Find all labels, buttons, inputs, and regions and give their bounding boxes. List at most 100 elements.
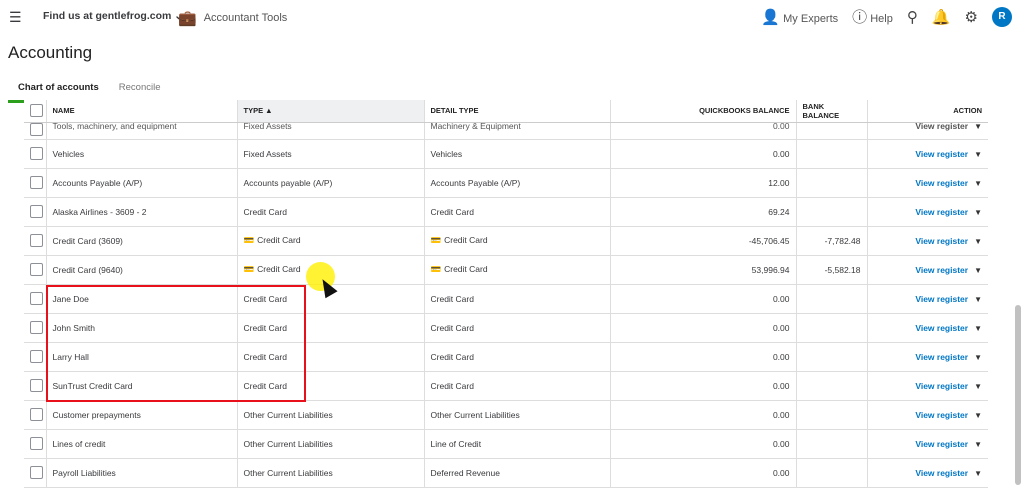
action-dropdown-icon[interactable]: ▼ (974, 122, 982, 131)
column-type[interactable]: TYPE ▲ (237, 100, 425, 123)
row-checkbox[interactable] (30, 122, 43, 136)
quickbooks-balance: 0.00 (610, 400, 797, 430)
my-experts-button[interactable]: 👤 My Experts (761, 8, 838, 26)
account-name: Lines of credit (46, 429, 238, 459)
menu-toggle-icon[interactable]: ☰ (9, 9, 22, 26)
quickbooks-balance: 53,996.94 (610, 255, 797, 285)
row-checkbox-cell (24, 122, 47, 140)
highlight-box (46, 285, 306, 402)
action-dropdown-icon[interactable]: ▼ (974, 179, 982, 188)
action-dropdown-icon[interactable]: ▼ (974, 411, 982, 420)
row-checkbox-cell (24, 342, 47, 372)
action-dropdown-icon[interactable]: ▼ (974, 295, 982, 304)
bank-balance: -5,582.18 (796, 255, 868, 285)
column-quickbooks-balance[interactable]: QUICKBOOKS BALANCE (610, 100, 797, 123)
action-dropdown-icon[interactable]: ▼ (974, 469, 982, 478)
action-cell: View register ▼ (867, 168, 988, 198)
view-register-link[interactable]: View register (915, 207, 968, 217)
view-register-link[interactable]: View register (915, 323, 968, 333)
row-checkbox-cell (24, 255, 47, 285)
table-row: Credit Card (3609) 💳 Credit Card 💳 Credit … (24, 226, 988, 256)
account-type: Fixed Assets (243, 148, 292, 159)
account-type-cell: Other Current Liabilities (237, 400, 425, 430)
bank-balance (796, 429, 868, 459)
view-register-link[interactable]: View register (915, 178, 968, 188)
action-dropdown-icon[interactable]: ▼ (974, 237, 982, 246)
bank-balance: -7,782.48 (796, 226, 868, 256)
view-register-link[interactable]: View register (915, 294, 968, 304)
company-menu[interactable]: Find us at gentlefrog.com ⌄ (43, 10, 183, 22)
avatar[interactable]: R (992, 6, 1012, 27)
search-icon[interactable]: ⚲ (907, 8, 918, 26)
detail-type: Vehicles (430, 148, 463, 159)
row-checkbox-cell (24, 226, 47, 256)
view-register-link[interactable]: View register (915, 236, 968, 246)
view-register-link[interactable]: View register (915, 468, 968, 478)
top-bar: ☰ Find us at gentlefrog.com ⌄ 💼 Accountan… (0, 0, 1024, 34)
table-row: Accounts Payable (A/P) Accounts payable … (24, 168, 988, 198)
select-all-header (24, 100, 47, 123)
view-register-link[interactable]: View register (915, 410, 968, 420)
table-row: Alaska Airlines - 3609 - 2 Credit Card C… (24, 197, 988, 227)
bank-balance (796, 371, 868, 401)
view-register-link[interactable]: View register (915, 149, 968, 159)
detail-type: Credit Card (430, 322, 474, 333)
row-checkbox[interactable] (30, 408, 43, 421)
row-checkbox[interactable] (30, 466, 43, 479)
row-checkbox[interactable] (30, 350, 43, 363)
accountant-tools-button[interactable]: 💼 Accountant Tools (178, 9, 287, 27)
view-register-link[interactable]: View register (915, 381, 968, 391)
detail-type-cell: 💳 Credit Card (424, 226, 611, 256)
row-checkbox[interactable] (30, 176, 43, 189)
row-checkbox-cell (24, 197, 47, 227)
action-cell: View register ▼ (867, 255, 988, 285)
bank-balance (796, 122, 868, 140)
detail-type: Other Current Liabilities (430, 409, 520, 420)
help-button[interactable]: ⓘ Help (852, 6, 893, 27)
action-dropdown-icon[interactable]: ▼ (974, 266, 982, 275)
row-checkbox[interactable] (30, 379, 43, 392)
column-action: ACTION (867, 100, 988, 123)
action-dropdown-icon[interactable]: ▼ (974, 324, 982, 333)
view-register-link[interactable]: View register (915, 265, 968, 275)
account-name: Payroll Liabilities (46, 458, 238, 488)
bell-icon[interactable]: 🔔 (932, 8, 951, 26)
action-dropdown-icon[interactable]: ▼ (974, 208, 982, 217)
detail-type: Credit Card (430, 380, 474, 391)
action-cell: View register ▼ (867, 400, 988, 430)
select-all-checkbox[interactable] (30, 104, 43, 118)
action-dropdown-icon[interactable]: ▼ (974, 150, 982, 159)
row-checkbox[interactable] (30, 147, 43, 160)
account-type-cell: Other Current Liabilities (237, 458, 425, 488)
scrollbar[interactable] (1015, 305, 1021, 485)
row-checkbox[interactable] (30, 234, 43, 247)
row-checkbox[interactable] (30, 205, 43, 218)
column-detail-type[interactable]: DETAIL TYPE (424, 100, 611, 123)
action-cell: View register ▼ (867, 371, 988, 401)
column-name[interactable]: NAME (46, 100, 238, 123)
action-dropdown-icon[interactable]: ▼ (974, 440, 982, 449)
row-checkbox-cell (24, 429, 47, 459)
row-checkbox[interactable] (30, 437, 43, 450)
detail-type: Line of Credit (430, 438, 482, 449)
my-experts-label: My Experts (783, 12, 839, 25)
column-bank-balance[interactable]: BANK BALANCE (796, 100, 868, 123)
detail-type-cell: Machinery & Equipment (424, 122, 611, 140)
account-type: Fixed Assets (243, 122, 292, 131)
action-cell: View register ▼ (867, 313, 988, 343)
action-cell: View register ▼ (867, 458, 988, 488)
row-checkbox[interactable] (30, 321, 43, 334)
gear-icon[interactable]: ⚙ (965, 8, 978, 26)
view-register-link[interactable]: View register (915, 439, 968, 449)
view-register-link[interactable]: View register (915, 352, 968, 362)
quickbooks-balance: -45,706.45 (610, 226, 797, 256)
bank-balance (796, 168, 868, 198)
detail-type-cell: Credit Card (424, 371, 611, 401)
row-checkbox[interactable] (30, 263, 43, 276)
action-dropdown-icon[interactable]: ▼ (974, 353, 982, 362)
row-checkbox[interactable] (30, 292, 43, 305)
action-dropdown-icon[interactable]: ▼ (974, 382, 982, 391)
view-register-link[interactable]: View register (915, 122, 968, 131)
row-checkbox-cell (24, 371, 47, 401)
account-type: Other Current Liabilities (243, 467, 333, 478)
